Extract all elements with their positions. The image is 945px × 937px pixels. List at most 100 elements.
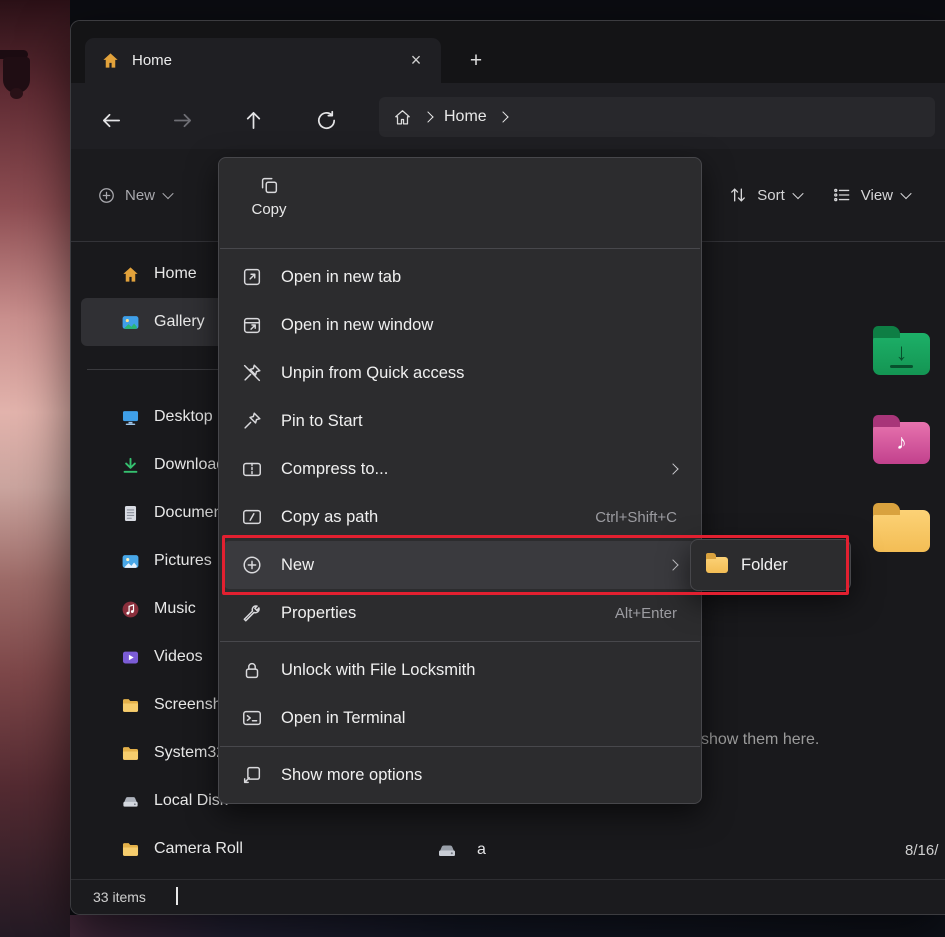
tab-close-icon[interactable]: × <box>403 48 429 74</box>
lock-icon <box>241 659 263 681</box>
pictures-icon <box>121 552 140 571</box>
wallpaper-lamp <box>3 57 30 93</box>
new-folder-submenu: Folder <box>690 539 851 591</box>
breadcrumb-chevron-icon[interactable] <box>497 111 508 122</box>
menu-item-open-in-terminal[interactable]: Open in Terminal <box>224 694 696 742</box>
sidebar-item-camera-roll[interactable]: Camera Roll <box>81 825 305 873</box>
menu-separator <box>220 248 700 249</box>
breadcrumb-home-icon <box>393 108 412 127</box>
copy-as-path-icon <box>241 506 263 528</box>
sidebar-item-label: Camera Roll <box>154 840 243 858</box>
menu-item-label: Open in new tab <box>281 268 401 287</box>
new-button[interactable]: New <box>97 177 172 213</box>
file-date: 8/16/ <box>905 842 938 859</box>
up-button[interactable] <box>234 101 272 139</box>
downloads-folder-icon[interactable]: ↓ <box>873 333 930 375</box>
music-folder-icon[interactable]: ♪ <box>873 422 930 464</box>
copy-icon <box>258 174 280 196</box>
menu-item-properties[interactable]: Properties Alt+Enter <box>224 589 696 637</box>
downloads-icon <box>121 456 140 475</box>
menu-separator <box>220 641 700 642</box>
empty-state-hint: show them here. <box>701 731 819 749</box>
menu-item-open-in-new-window[interactable]: Open in new window <box>224 301 696 349</box>
home-tab-icon <box>101 51 120 70</box>
open-in-new-tab-icon <box>241 266 263 288</box>
breadcrumb-home[interactable]: Home <box>444 108 487 126</box>
menu-item-label: Compress to... <box>281 460 388 479</box>
command-bar-right: Sort View <box>728 177 910 213</box>
menu-item-open-in-new-tab[interactable]: Open in new tab <box>224 253 696 301</box>
folder-icon <box>121 840 140 859</box>
menu-item-unpin-from-quick-access[interactable]: Unpin from Quick access <box>224 349 696 397</box>
menu-item-show-more-options[interactable]: Show more options <box>224 751 696 799</box>
menu-item-label: Unpin from Quick access <box>281 364 464 383</box>
menu-separator <box>220 746 700 747</box>
sort-button-label: Sort <box>757 187 785 204</box>
new-item-icon <box>241 554 263 576</box>
back-button[interactable] <box>92 101 130 139</box>
view-list-icon <box>832 185 852 205</box>
new-button-label: New <box>125 187 155 204</box>
menu-item-label: New <box>281 556 314 575</box>
breadcrumb-chevron-icon <box>422 111 433 122</box>
chevron-down-icon <box>162 188 173 199</box>
pin-icon <box>241 410 263 432</box>
copy-button[interactable]: Copy <box>237 168 301 224</box>
menu-item-pin-to-start[interactable]: Pin to Start <box>224 397 696 445</box>
file-row[interactable]: a <box>435 838 486 862</box>
documents-icon <box>121 504 140 523</box>
sidebar-item-label: Videos <box>154 648 203 666</box>
drive-icon <box>121 792 140 811</box>
unpin-icon <box>241 362 263 384</box>
music-icon <box>121 600 140 619</box>
desktop-icon <box>121 408 140 427</box>
submenu-item-folder[interactable]: Folder <box>741 556 788 575</box>
tab-home[interactable]: Home × <box>85 38 441 83</box>
music-note-glyph: ♪ <box>896 431 907 455</box>
menu-item-new[interactable]: New <box>224 541 696 589</box>
desktop-wallpaper <box>0 0 70 937</box>
menu-item-compress-to[interactable]: Compress to... <box>224 445 696 493</box>
drive-file-icon <box>435 838 459 862</box>
properties-icon <box>241 602 263 624</box>
status-bar: 33 items <box>71 879 945 914</box>
sidebar-item-label: Local Disk <box>154 792 228 810</box>
tab-title: Home <box>132 52 172 69</box>
gallery-icon <box>121 313 140 332</box>
menu-item-unlock-with-file-locksmith[interactable]: Unlock with File Locksmith <box>224 646 696 694</box>
navigation-bar: Home <box>71 83 945 149</box>
menu-item-copy-as-path[interactable]: Copy as path Ctrl+Shift+C <box>224 493 696 541</box>
view-button[interactable]: View <box>832 185 910 205</box>
forward-button[interactable] <box>163 101 201 139</box>
view-button-label: View <box>861 187 893 204</box>
folder-icon[interactable] <box>873 510 930 552</box>
submenu-chevron-icon <box>667 463 678 474</box>
menu-item-label: Open in Terminal <box>281 709 405 728</box>
items-count: 33 items <box>93 889 146 905</box>
download-arrow-base <box>890 365 913 368</box>
videos-icon <box>121 648 140 667</box>
compress-icon <box>241 458 263 480</box>
file-name: a <box>477 841 486 859</box>
show-more-options-icon <box>241 764 263 786</box>
desktop-wallpaper-bottom <box>70 915 945 937</box>
address-bar[interactable]: Home <box>379 97 935 137</box>
open-in-new-window-icon <box>241 314 263 336</box>
sidebar-item-label: Gallery <box>154 313 205 331</box>
tab-bar: Home × + <box>71 21 945 83</box>
menu-item-label: Open in new window <box>281 316 433 335</box>
ibeam-cursor <box>176 887 178 905</box>
new-tab-button[interactable]: + <box>460 45 492 77</box>
menu-item-label: Unlock with File Locksmith <box>281 661 475 680</box>
sort-button[interactable]: Sort <box>728 185 802 205</box>
menu-item-label: Properties <box>281 604 356 623</box>
sidebar-item-label: System32 <box>154 744 225 762</box>
terminal-icon <box>241 707 263 729</box>
refresh-button[interactable] <box>307 101 345 139</box>
menu-item-shortcut: Ctrl+Shift+C <box>595 509 677 526</box>
sort-icon <box>728 185 748 205</box>
download-arrow-glyph: ↓ <box>896 341 908 365</box>
plus-circle-icon <box>97 186 116 205</box>
sidebar-item-label: Music <box>154 600 196 618</box>
sidebar-item-label: Pictures <box>154 552 212 570</box>
